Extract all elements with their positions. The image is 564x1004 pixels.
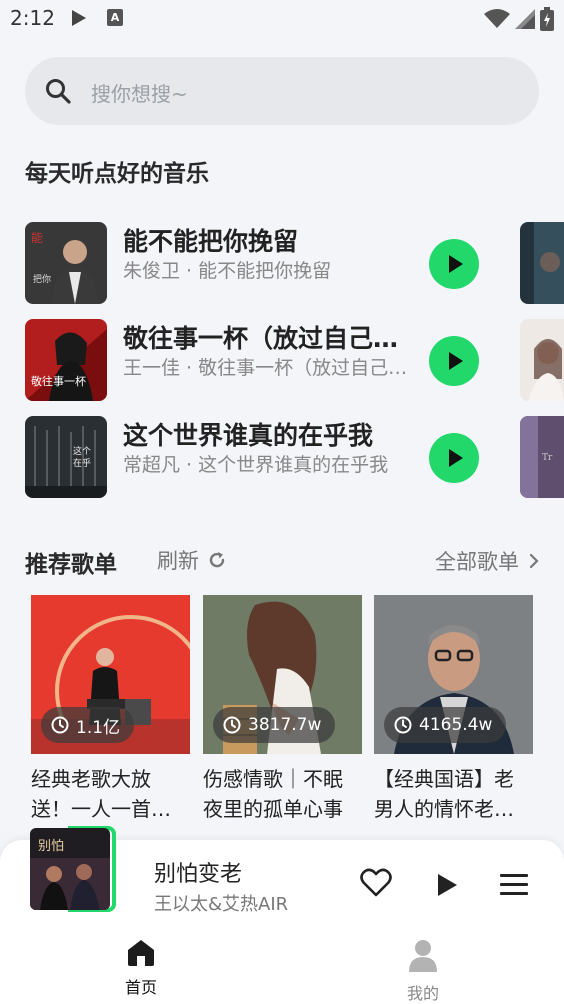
- song-row[interactable]: 能 把你 能不能把你挽留 朱俊卫 · 能不能把你挽留: [25, 222, 495, 304]
- playlist-cover[interactable]: 4165.4w: [374, 595, 533, 754]
- play-button[interactable]: [429, 336, 479, 386]
- recommend-section-title: 推荐歌单: [25, 552, 117, 578]
- play-button[interactable]: [429, 433, 479, 483]
- search-icon: [46, 79, 71, 104]
- playlist-card[interactable]: 4165.4w 【经典国语】老男人的情怀老男人的歌: [374, 595, 533, 824]
- play-icon[interactable]: [438, 874, 457, 896]
- user-icon: [409, 940, 437, 972]
- play-count: 1.1亿: [76, 717, 121, 738]
- svg-text:Tr: Tr: [542, 453, 553, 463]
- refresh-label: 刷新: [157, 549, 199, 573]
- song-title: 敬往事一杯（放过自己语气版）: [123, 324, 423, 353]
- nav-mine-label: 我的: [406, 984, 439, 1003]
- status-bar: 2:12 A: [0, 0, 564, 40]
- play-count-badge: 4165.4w: [384, 707, 507, 743]
- nav-home-label: 首页: [124, 978, 157, 997]
- now-playing-cover[interactable]: 别怕: [28, 826, 118, 912]
- svg-text:把你: 把你: [33, 273, 51, 285]
- song-row[interactable]: 敬往事一杯 敬往事一杯（放过自己语气版） 王一佳 · 敬往事一杯（放过自己语气版…: [25, 319, 495, 401]
- svg-text:别怕: 别怕: [38, 839, 64, 854]
- play-count: 3817.7w: [248, 715, 322, 735]
- playlist-name[interactable]: 伤感情歌｜不眠夜里的孤单心事: [203, 764, 362, 824]
- nav-home[interactable]: 首页: [101, 938, 181, 998]
- battery-icon: [540, 7, 554, 31]
- play-count-badge: 1.1亿: [41, 707, 135, 743]
- song-cover[interactable]: 敬往事一杯: [25, 319, 107, 401]
- home-icon: [128, 940, 154, 966]
- song-title: 这个世界谁真的在乎我: [123, 421, 374, 450]
- refresh-icon: [209, 552, 225, 568]
- play-count-icon: [51, 716, 69, 734]
- playlist-name[interactable]: 【经典国语】老男人的情怀老男人的歌: [374, 764, 533, 824]
- song-cover[interactable]: 这个 在乎: [25, 416, 107, 498]
- svg-text:能: 能: [31, 231, 43, 245]
- heart-icon[interactable]: [360, 868, 392, 898]
- playlist-menu-icon[interactable]: [500, 874, 528, 896]
- keyboard-notification-icon: A: [107, 9, 123, 26]
- song-subtitle: 王一佳 · 敬往事一杯（放过自己语气版）: [123, 357, 419, 379]
- mini-player[interactable]: 别怕 别怕变老 王以太&艾热AIR: [0, 826, 564, 1004]
- nav-mine[interactable]: 我的: [383, 938, 463, 1004]
- now-playing-title: 别怕变老: [154, 862, 243, 887]
- status-time: 2:12: [10, 6, 55, 30]
- playlist-card[interactable]: 1.1亿 经典老歌大放送！一人一首代表作: [31, 595, 190, 824]
- play-count-icon: [394, 716, 412, 734]
- playlist-cover[interactable]: 3817.7w: [203, 595, 362, 754]
- refresh-button[interactable]: 刷新: [157, 545, 227, 575]
- song-subtitle: 常超凡 · 这个世界谁真的在乎我: [123, 454, 389, 476]
- search-bar[interactable]: 搜你想搜~: [25, 57, 539, 125]
- playlist-name[interactable]: 经典老歌大放送！一人一首代表作: [31, 764, 190, 824]
- song-cover[interactable]: 能 把你: [25, 222, 107, 304]
- song-title: 能不能把你挽留: [123, 227, 299, 256]
- play-count-icon: [223, 716, 241, 734]
- all-playlists-label: 全部歌单: [435, 550, 519, 574]
- wifi-icon: [484, 9, 510, 28]
- chevron-right-icon: [529, 553, 539, 569]
- play-count-badge: 3817.7w: [213, 707, 336, 743]
- now-playing-artist: 王以太&艾热AIR: [154, 894, 289, 915]
- signal-icon: [515, 9, 535, 29]
- svg-text:这个: 这个: [73, 445, 91, 457]
- daily-section-title: 每天听点好的音乐: [25, 161, 209, 187]
- playlist-cover[interactable]: 1.1亿: [31, 595, 190, 754]
- playlist-card[interactable]: 3817.7w 伤感情歌｜不眠夜里的孤单心事: [203, 595, 362, 824]
- peek-cover[interactable]: [520, 319, 564, 401]
- play-button[interactable]: [429, 239, 479, 289]
- song-subtitle: 朱俊卫 · 能不能把你挽留: [123, 260, 332, 282]
- search-placeholder[interactable]: 搜你想搜~: [91, 78, 188, 107]
- media-playing-icon: [72, 10, 86, 26]
- album-art: 别怕: [30, 828, 110, 910]
- peek-cover[interactable]: Tr: [520, 416, 564, 498]
- all-playlists-link[interactable]: 全部歌单: [435, 546, 539, 576]
- peek-cover[interactable]: [520, 222, 564, 304]
- status-icons: [484, 7, 554, 31]
- svg-text:敬往事一杯: 敬往事一杯: [31, 374, 86, 388]
- svg-text:在乎: 在乎: [73, 457, 91, 469]
- play-count: 4165.4w: [419, 715, 493, 735]
- song-row[interactable]: 这个 在乎 这个世界谁真的在乎我 常超凡 · 这个世界谁真的在乎我: [25, 416, 495, 498]
